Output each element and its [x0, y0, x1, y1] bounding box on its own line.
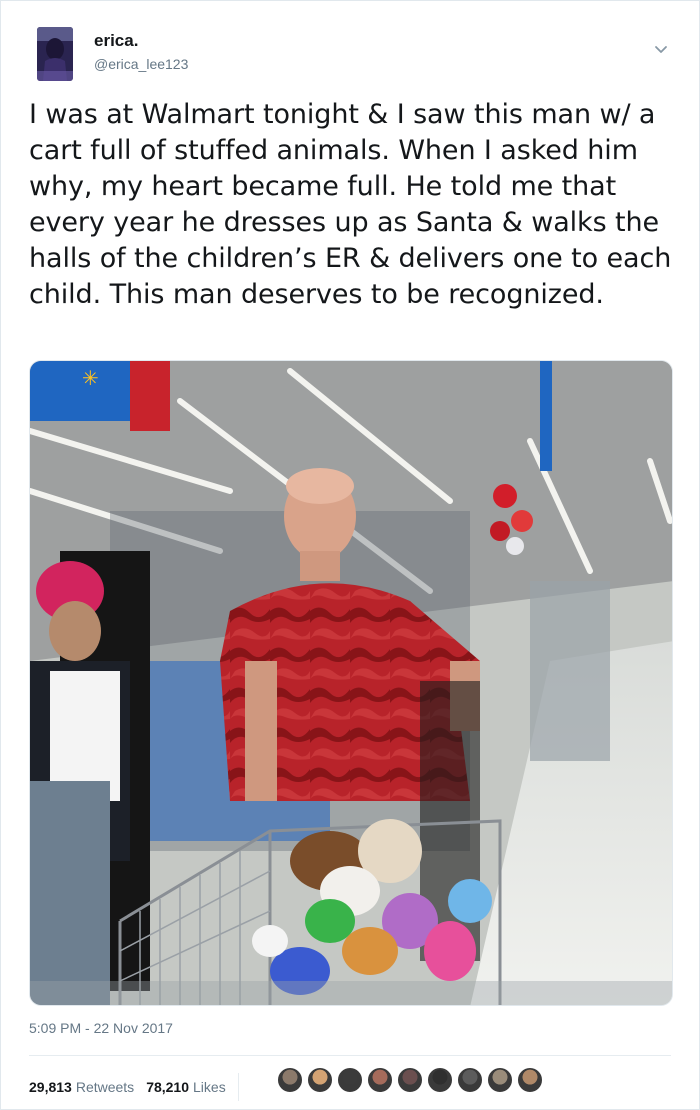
display-name[interactable]: erica.: [94, 31, 138, 51]
avatar[interactable]: [37, 27, 73, 81]
liker-avatars: [277, 1067, 543, 1093]
chevron-down-icon[interactable]: [652, 41, 670, 59]
liker-avatar[interactable]: [487, 1067, 513, 1093]
tweet-stats: 29,813 Retweets 78,210 Likes: [29, 1073, 251, 1101]
liker-avatar[interactable]: [277, 1067, 303, 1093]
tweet-photo[interactable]: ✳: [29, 360, 673, 1006]
stats-divider: [237, 1073, 239, 1101]
liker-avatar[interactable]: [397, 1067, 423, 1093]
divider: [29, 1055, 671, 1056]
liker-avatar[interactable]: [457, 1067, 483, 1093]
liker-avatar[interactable]: [337, 1067, 363, 1093]
liker-avatar[interactable]: [307, 1067, 333, 1093]
likes-label[interactable]: Likes: [193, 1079, 226, 1095]
liker-avatar[interactable]: [427, 1067, 453, 1093]
liker-avatar[interactable]: [517, 1067, 543, 1093]
tweet-text: I was at Walmart tonight & I saw this ma…: [29, 99, 672, 310]
retweets-label[interactable]: Retweets: [76, 1079, 134, 1095]
user-handle[interactable]: @erica_lee123: [94, 56, 188, 72]
likes-count[interactable]: 78,210: [146, 1079, 189, 1095]
svg-text:✳: ✳: [82, 366, 99, 390]
tweet-card: erica. @erica_lee123 I was at Walmart to…: [0, 0, 700, 1110]
tweet-timestamp[interactable]: 5:09 PM - 22 Nov 2017: [29, 1020, 173, 1036]
retweets-count[interactable]: 29,813: [29, 1079, 72, 1095]
liker-avatar[interactable]: [367, 1067, 393, 1093]
